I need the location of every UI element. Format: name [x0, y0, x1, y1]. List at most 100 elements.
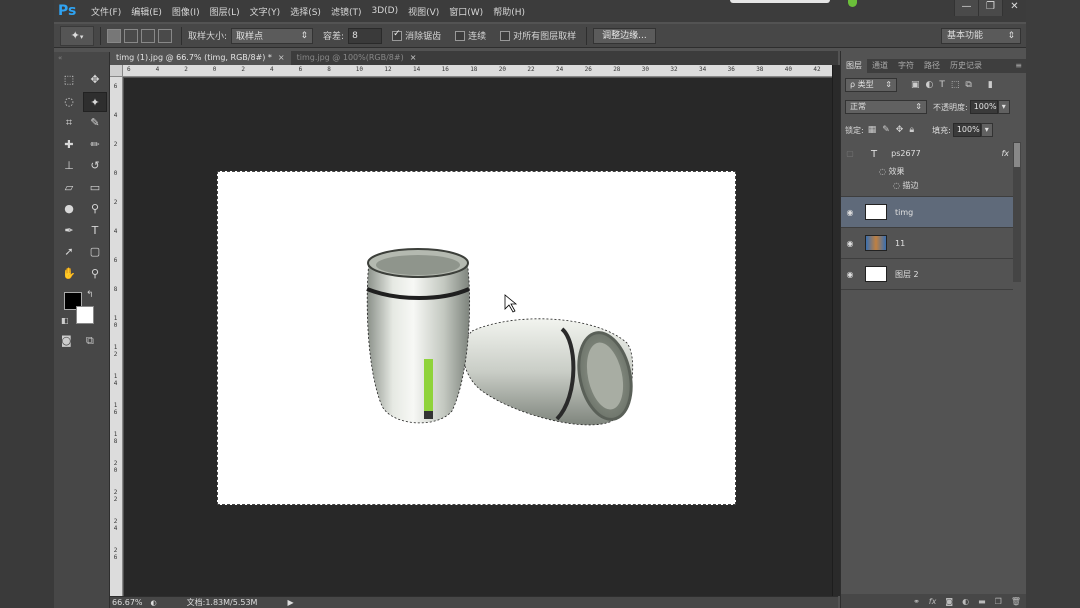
- fx-icon[interactable]: fx: [929, 597, 937, 606]
- collapse-icon[interactable]: «: [58, 54, 62, 62]
- subtract-from-selection-button[interactable]: [141, 28, 155, 43]
- tab-history[interactable]: 历史记录: [945, 59, 987, 73]
- filter-adjustment-icon[interactable]: ◐: [926, 80, 934, 90]
- eye-icon[interactable]: ◉: [841, 270, 859, 279]
- gradient-tool-icon[interactable]: ▭: [83, 178, 107, 199]
- vertical-scrollbar[interactable]: [832, 65, 840, 596]
- adjustment-icon[interactable]: ◐: [962, 597, 969, 606]
- document-info-icon[interactable]: ◐: [151, 599, 157, 607]
- menu-3d[interactable]: 3D(D): [366, 6, 403, 16]
- panel-menu-icon[interactable]: ≡: [1010, 59, 1026, 73]
- new-selection-button[interactable]: [107, 28, 121, 43]
- minimize-button[interactable]: —: [954, 0, 978, 16]
- workspace-select[interactable]: 基本功能 ⇕: [941, 28, 1021, 44]
- intersect-selection-button[interactable]: [158, 28, 172, 43]
- layer-row-11[interactable]: ◉ 11: [841, 228, 1013, 259]
- layer-row-layer2[interactable]: ◉ 图层 2: [841, 259, 1013, 290]
- ruler-origin[interactable]: [110, 65, 123, 77]
- type-tool-icon[interactable]: T: [83, 221, 107, 242]
- new-layer-icon[interactable]: ❐: [995, 597, 1002, 606]
- layer-row-timg[interactable]: ◉ timg: [841, 197, 1013, 228]
- visibility-toggle-off[interactable]: ▢: [841, 149, 859, 158]
- fx-icon[interactable]: fx: [1001, 149, 1009, 158]
- lock-transparent-icon[interactable]: ▦: [868, 125, 877, 135]
- horizontal-ruler[interactable]: 6 4 2 0 2 4 6 8 10 12 14 16 18 20 22 24 26 28 30 32 34 36 38 40…: [123, 65, 832, 77]
- link-icon[interactable]: ⚭: [913, 597, 920, 606]
- menu-file[interactable]: 文件(F): [86, 5, 126, 18]
- history-brush-tool-icon[interactable]: ↺: [83, 156, 107, 177]
- healing-brush-tool-icon[interactable]: ✚: [57, 135, 81, 156]
- zoom-tool-icon[interactable]: ⚲: [83, 264, 107, 285]
- tab-channels[interactable]: 通道: [867, 59, 893, 73]
- doc-tab[interactable]: timg.jpg @ 100%(RGB/8#) ×: [291, 51, 423, 65]
- filter-toggle-icon[interactable]: ▮: [988, 80, 993, 90]
- tool-preset-picker[interactable]: ✦▾: [60, 25, 94, 46]
- tab-paths[interactable]: 路径: [919, 59, 945, 73]
- path-selection-tool-icon[interactable]: ➚: [57, 242, 81, 263]
- menu-layer[interactable]: 图层(L): [205, 5, 245, 18]
- quick-mask-icon[interactable]: ◙: [61, 334, 72, 347]
- fill-input[interactable]: 100%: [952, 123, 981, 137]
- antialias-checkbox[interactable]: [392, 29, 403, 41]
- eyedropper-tool-icon[interactable]: ✎: [83, 113, 107, 134]
- close-icon[interactable]: ×: [410, 51, 417, 65]
- marquee-tool-icon[interactable]: ⬚: [57, 70, 81, 91]
- filter-shape-icon[interactable]: ⬚: [951, 80, 960, 90]
- lock-image-icon[interactable]: ✎: [882, 125, 890, 135]
- filter-type-icon[interactable]: T: [939, 80, 945, 90]
- scrollbar-thumb[interactable]: [1014, 143, 1020, 167]
- tab-layers[interactable]: 图层: [841, 59, 867, 73]
- menu-type[interactable]: 文字(Y): [245, 5, 286, 18]
- background-color-swatch[interactable]: [76, 306, 94, 324]
- trash-icon[interactable]: 🗑︎: [1011, 597, 1021, 606]
- blur-tool-icon[interactable]: ●: [57, 199, 81, 220]
- sample-all-layers-checkbox[interactable]: [500, 30, 511, 41]
- effects-row[interactable]: ◌ 效果: [879, 166, 905, 177]
- zoom-level[interactable]: 66.67%: [112, 598, 143, 607]
- menu-edit[interactable]: 编辑(E): [126, 5, 167, 18]
- screen-mode-icon[interactable]: ⧉: [86, 334, 94, 348]
- menu-select[interactable]: 选择(S): [285, 5, 326, 18]
- filter-pixel-icon[interactable]: ▣: [911, 80, 920, 90]
- lasso-tool-icon[interactable]: ◌: [57, 92, 81, 113]
- effect-eye-icon[interactable]: ◌: [879, 167, 889, 176]
- tolerance-input[interactable]: 8: [348, 27, 383, 44]
- lock-all-icon[interactable]: 🔒︎: [909, 125, 914, 135]
- swap-colors-icon[interactable]: ↰: [86, 290, 94, 300]
- layer-row-text[interactable]: ▢ T ps2677 fx: [841, 142, 1013, 197]
- document-image[interactable]: [217, 171, 736, 505]
- brush-tool-icon[interactable]: ✏: [83, 135, 107, 156]
- blend-mode-select[interactable]: 正常 ⇕: [845, 100, 927, 114]
- contiguous-checkbox[interactable]: [455, 30, 466, 41]
- canvas-area[interactable]: [124, 78, 832, 596]
- sample-size-select[interactable]: 取样点 ⇕: [231, 27, 314, 44]
- add-to-selection-button[interactable]: [124, 28, 138, 43]
- opacity-dropdown[interactable]: ▾: [997, 100, 1010, 114]
- menu-help[interactable]: 帮助(H): [488, 5, 530, 18]
- opacity-input[interactable]: 100%: [969, 100, 998, 114]
- group-icon[interactable]: ▬: [978, 597, 986, 606]
- filter-smart-object-icon[interactable]: ⧉: [965, 80, 971, 90]
- magic-wand-tool-icon[interactable]: ✦: [83, 91, 107, 112]
- pen-tool-icon[interactable]: ✒: [57, 221, 81, 242]
- doc-tab-active[interactable]: timg (1).jpg @ 66.7% (timg, RGB/8#) * ×: [110, 51, 291, 65]
- restore-button[interactable]: ❐: [978, 0, 1002, 16]
- dodge-tool-icon[interactable]: ⚲: [83, 199, 107, 220]
- move-tool-icon[interactable]: ✥: [83, 70, 107, 91]
- menu-window[interactable]: 窗口(W): [444, 5, 488, 18]
- menu-view[interactable]: 视图(V): [403, 5, 444, 18]
- eye-icon[interactable]: ◉: [841, 208, 859, 217]
- crop-tool-icon[interactable]: ⌗: [57, 113, 81, 134]
- layer-filter-select[interactable]: ρ 类型 ⇕: [845, 78, 897, 92]
- refine-edge-button[interactable]: 调整边缘...: [593, 27, 656, 44]
- tab-character[interactable]: 字符: [893, 59, 919, 73]
- status-menu-arrow[interactable]: ▶: [287, 598, 293, 607]
- hand-tool-icon[interactable]: ✋: [57, 264, 81, 285]
- eraser-tool-icon[interactable]: ▱: [57, 178, 81, 199]
- close-button[interactable]: ✕: [1002, 0, 1026, 16]
- stroke-effect-row[interactable]: ◌ 描边: [893, 180, 919, 191]
- shape-tool-icon[interactable]: ▢: [83, 242, 107, 263]
- eye-icon[interactable]: ◉: [841, 239, 859, 248]
- layers-scrollbar[interactable]: [1013, 142, 1021, 282]
- close-icon[interactable]: ×: [278, 51, 285, 65]
